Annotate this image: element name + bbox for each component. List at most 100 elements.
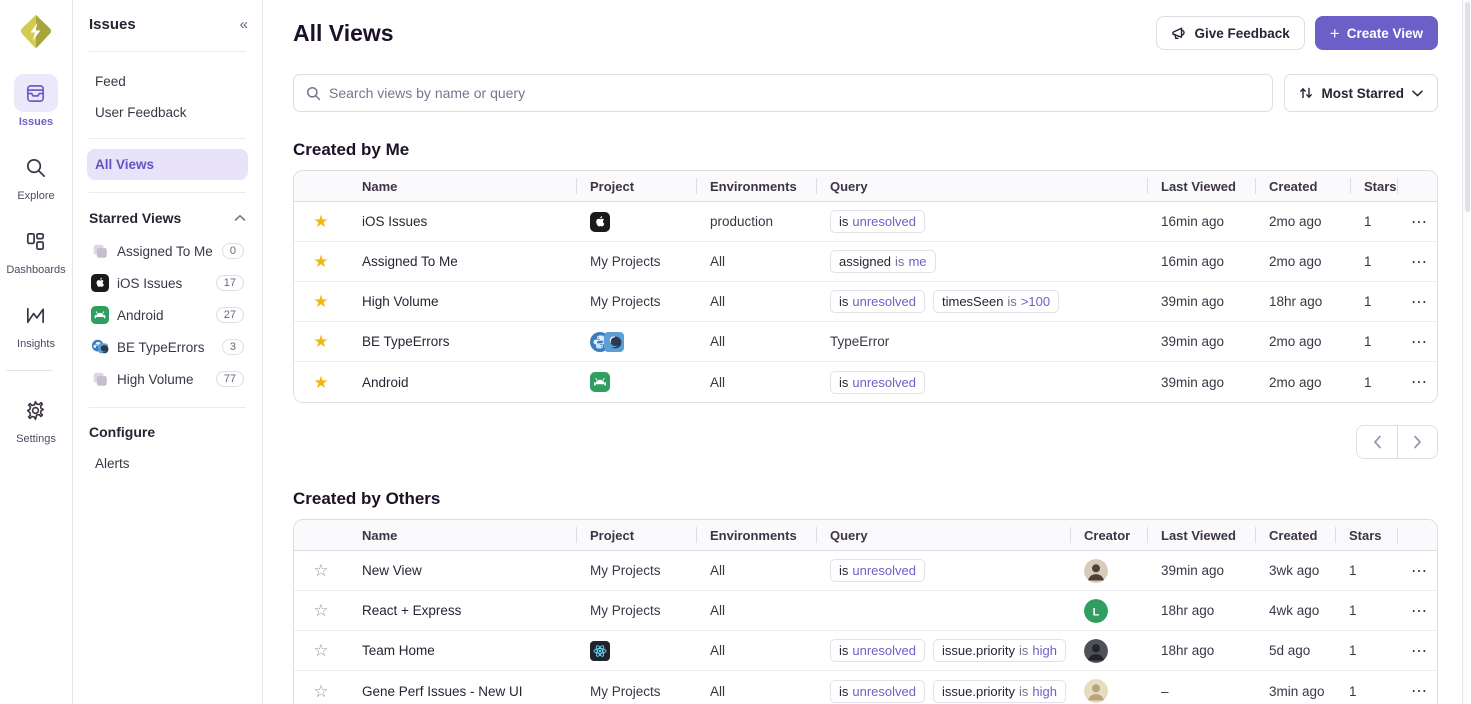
row-menu-button[interactable]: ⋯ — [1411, 292, 1428, 312]
view-name-link[interactable]: iOS Issues — [362, 214, 427, 229]
search-views-box[interactable] — [293, 74, 1273, 112]
header-cell-star — [294, 171, 348, 201]
star-toggle-button[interactable]: ★ — [313, 333, 328, 350]
sidebar-item-alerts[interactable]: Alerts — [87, 448, 248, 479]
starred-view-label: iOS Issues — [117, 276, 208, 291]
star-cell: ☆ — [294, 642, 348, 659]
starred-view-assigned-to-me[interactable]: Assigned To Me 0 — [87, 235, 248, 267]
row-menu-button[interactable]: ⋯ — [1411, 252, 1428, 272]
rail-item-label: Insights — [17, 338, 55, 350]
environments-cell: All — [696, 294, 816, 309]
created-value: 2mo ago — [1269, 254, 1322, 269]
previous-page-button[interactable] — [1357, 426, 1397, 458]
starred-view-be-typeerrors[interactable]: BE TypeErrors 3 — [87, 331, 248, 363]
divider — [89, 51, 246, 52]
collapse-sidebar-icon[interactable]: « — [240, 16, 246, 33]
view-name-link[interactable]: React + Express — [362, 603, 461, 618]
environments-cell: All — [696, 375, 816, 390]
python-pair-icon — [91, 338, 109, 356]
sidebar-item-feed[interactable]: Feed — [87, 66, 248, 97]
project-cell — [576, 372, 696, 392]
scrollbar[interactable] — [1462, 0, 1471, 704]
search-views-input[interactable] — [329, 85, 1260, 101]
starred-view-high-volume[interactable]: High Volume 77 — [87, 363, 248, 395]
view-name-link[interactable]: Team Home — [362, 643, 435, 658]
star-toggle-button[interactable]: ☆ — [313, 602, 328, 619]
environments-cell: All — [696, 563, 816, 578]
view-name-link[interactable]: Gene Perf Issues - New UI — [362, 684, 523, 699]
scrollbar-thumb[interactable] — [1465, 2, 1470, 212]
row-menu-button[interactable]: ⋯ — [1411, 681, 1428, 701]
row-menu-button[interactable]: ⋯ — [1411, 601, 1428, 621]
name-cell: React + Express — [348, 603, 576, 618]
environments-value: All — [710, 643, 725, 658]
created-value: 4wk ago — [1269, 603, 1319, 618]
stars-cell: 1 — [1335, 684, 1397, 699]
header-cell-stars: Stars — [1350, 171, 1397, 201]
project-label: My Projects — [590, 254, 661, 269]
row-menu-button[interactable]: ⋯ — [1411, 212, 1428, 232]
give-feedback-button[interactable]: Give Feedback — [1156, 16, 1304, 50]
icon-rail: Issues Explore Dashboards Insights Setti… — [0, 0, 73, 704]
star-toggle-button[interactable]: ★ — [313, 253, 328, 270]
sidebar-item-all-views[interactable]: All Views — [87, 149, 248, 180]
rail-item-issues[interactable]: Issues — [6, 74, 65, 128]
star-cell: ☆ — [294, 602, 348, 619]
query-plain-text: TypeError — [830, 334, 889, 349]
view-name-link[interactable]: New View — [362, 563, 422, 578]
last-viewed-cell: 16min ago — [1147, 214, 1255, 229]
header-cell-query: Query — [816, 171, 1147, 201]
sort-dropdown[interactable]: Most Starred — [1284, 74, 1438, 112]
issue-count-badge: 0 — [222, 243, 244, 259]
table-row: ★ High Volume My Projects All isunresolv… — [294, 282, 1437, 322]
query-cell: isunresolvedissue.priorityishigh — [816, 680, 1070, 703]
last-viewed-cell: 18hr ago — [1147, 603, 1255, 618]
dashboards-icon — [14, 222, 58, 260]
environments-cell: All — [696, 603, 816, 618]
chevron-up-icon[interactable] — [234, 209, 246, 227]
starred-view-android[interactable]: Android 27 — [87, 299, 248, 331]
menu-cell: ⋯ — [1397, 372, 1437, 392]
star-cell: ★ — [294, 213, 348, 230]
environments-value: All — [710, 294, 725, 309]
row-menu-button[interactable]: ⋯ — [1411, 561, 1428, 581]
star-toggle-button[interactable]: ☆ — [313, 562, 328, 579]
table-row: ☆ Team Home All isunresolvedissue.priori… — [294, 631, 1437, 671]
project-cell: My Projects — [576, 294, 696, 309]
table-row: ☆ React + Express My Projects All L 18hr… — [294, 591, 1437, 631]
star-toggle-button[interactable]: ★ — [313, 293, 328, 310]
view-name-link[interactable]: High Volume — [362, 294, 439, 309]
star-toggle-button[interactable]: ★ — [313, 374, 328, 391]
create-view-label: Create View — [1347, 26, 1423, 41]
row-menu-button[interactable]: ⋯ — [1411, 332, 1428, 352]
sentry-logo[interactable] — [16, 12, 56, 52]
name-cell: New View — [348, 563, 576, 578]
view-name-link[interactable]: Android — [362, 375, 409, 390]
star-toggle-button[interactable]: ★ — [313, 213, 328, 230]
rail-item-dashboards[interactable]: Dashboards — [6, 222, 65, 276]
next-page-button[interactable] — [1397, 426, 1437, 458]
view-name-link[interactable]: Assigned To Me — [362, 254, 458, 269]
rail-item-insights[interactable]: Insights — [6, 296, 65, 350]
query-chip: isunresolved — [830, 210, 925, 233]
table-row: ★ Assigned To Me My Projects All assigne… — [294, 242, 1437, 282]
settings-icon — [14, 391, 58, 429]
android-icon — [91, 306, 109, 324]
rail-item-explore[interactable]: Explore — [6, 148, 65, 202]
row-menu-button[interactable]: ⋯ — [1411, 641, 1428, 661]
view-name-link[interactable]: BE TypeErrors — [362, 334, 450, 349]
sidebar-item-user-feedback[interactable]: User Feedback — [87, 97, 248, 128]
starred-view-ios-issues[interactable]: iOS Issues 17 — [87, 267, 248, 299]
query-chip: isunresolved — [830, 371, 925, 394]
header-cell-last-viewed: Last Viewed — [1147, 520, 1255, 550]
create-view-button[interactable]: + Create View — [1315, 16, 1438, 50]
rail-item-settings[interactable]: Settings — [6, 391, 65, 445]
project-label: My Projects — [590, 684, 661, 699]
row-menu-button[interactable]: ⋯ — [1411, 372, 1428, 392]
header-cell-created: Created — [1255, 520, 1335, 550]
star-toggle-button[interactable]: ☆ — [313, 642, 328, 659]
star-toggle-button[interactable]: ☆ — [313, 683, 328, 700]
name-cell: Gene Perf Issues - New UI — [348, 684, 576, 699]
last-viewed-cell: 18hr ago — [1147, 643, 1255, 658]
give-feedback-label: Give Feedback — [1194, 26, 1289, 41]
